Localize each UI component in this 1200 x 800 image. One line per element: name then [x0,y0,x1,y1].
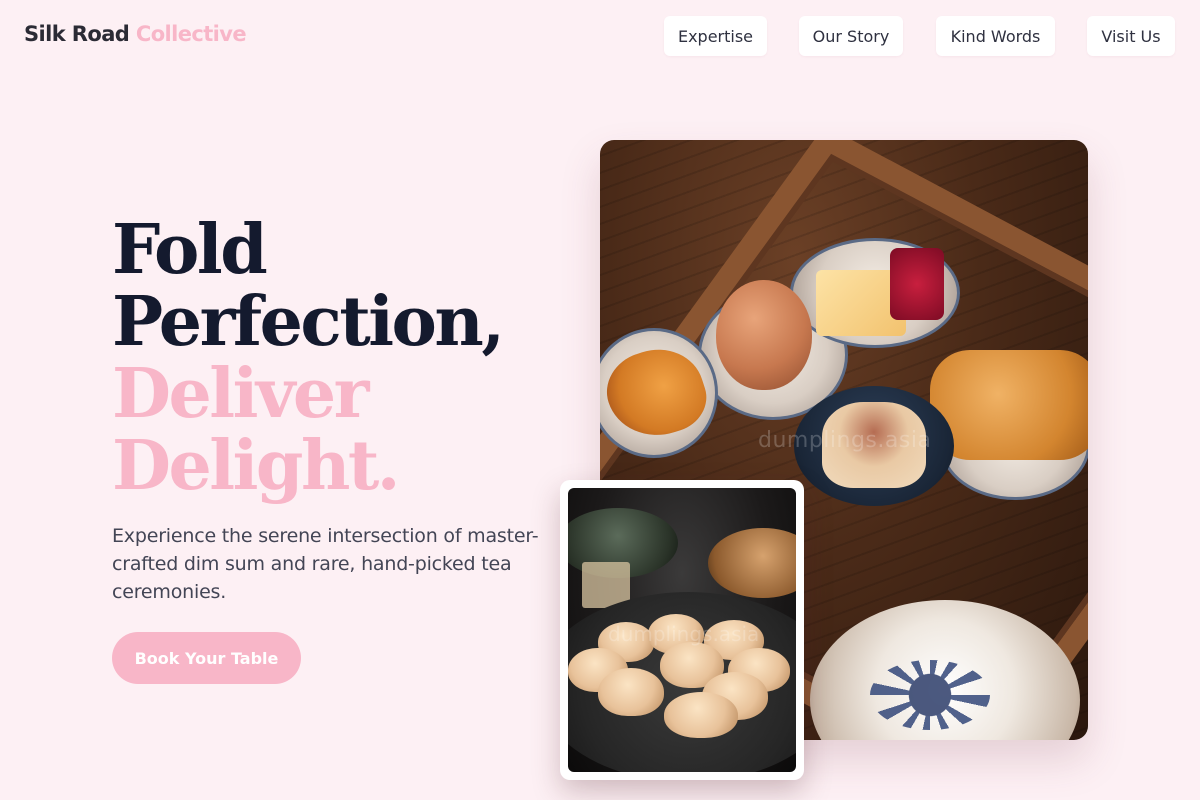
main-nav: Expertise Our Story Kind Words Visit Us [0,16,1200,56]
hero-headline: Fold Perfection, Deliver Delight. [112,210,505,506]
photo-watermark: dumplings.asia [758,428,932,453]
inset-photo-frame: dumplings.asia [560,480,804,780]
inset-dumpling-photo: dumplings.asia [568,488,796,772]
nav-item-visit-us[interactable]: Visit Us [1087,16,1175,56]
teacup-pattern [870,660,990,730]
bamboo-steamer [708,528,796,598]
nav-item-our-story[interactable]: Our Story [799,16,903,56]
dumpling [598,668,664,716]
inset-watermark: dumplings.asia [608,622,760,646]
dumpling [664,692,738,738]
headline-line-4: Delight. [112,426,400,506]
nav-item-expertise[interactable]: Expertise [664,16,767,56]
red-pickle [890,248,944,320]
hero-description: Experience the serene intersection of ma… [112,525,539,603]
tea-egg [716,280,812,390]
headline-line-2: Perfection, [112,282,505,362]
headline-line-3: Deliver [112,354,369,434]
nav-item-kind-words[interactable]: Kind Words [936,16,1055,56]
book-table-button[interactable]: Book Your Table [112,632,301,684]
headline-line-1: Fold [112,210,268,290]
